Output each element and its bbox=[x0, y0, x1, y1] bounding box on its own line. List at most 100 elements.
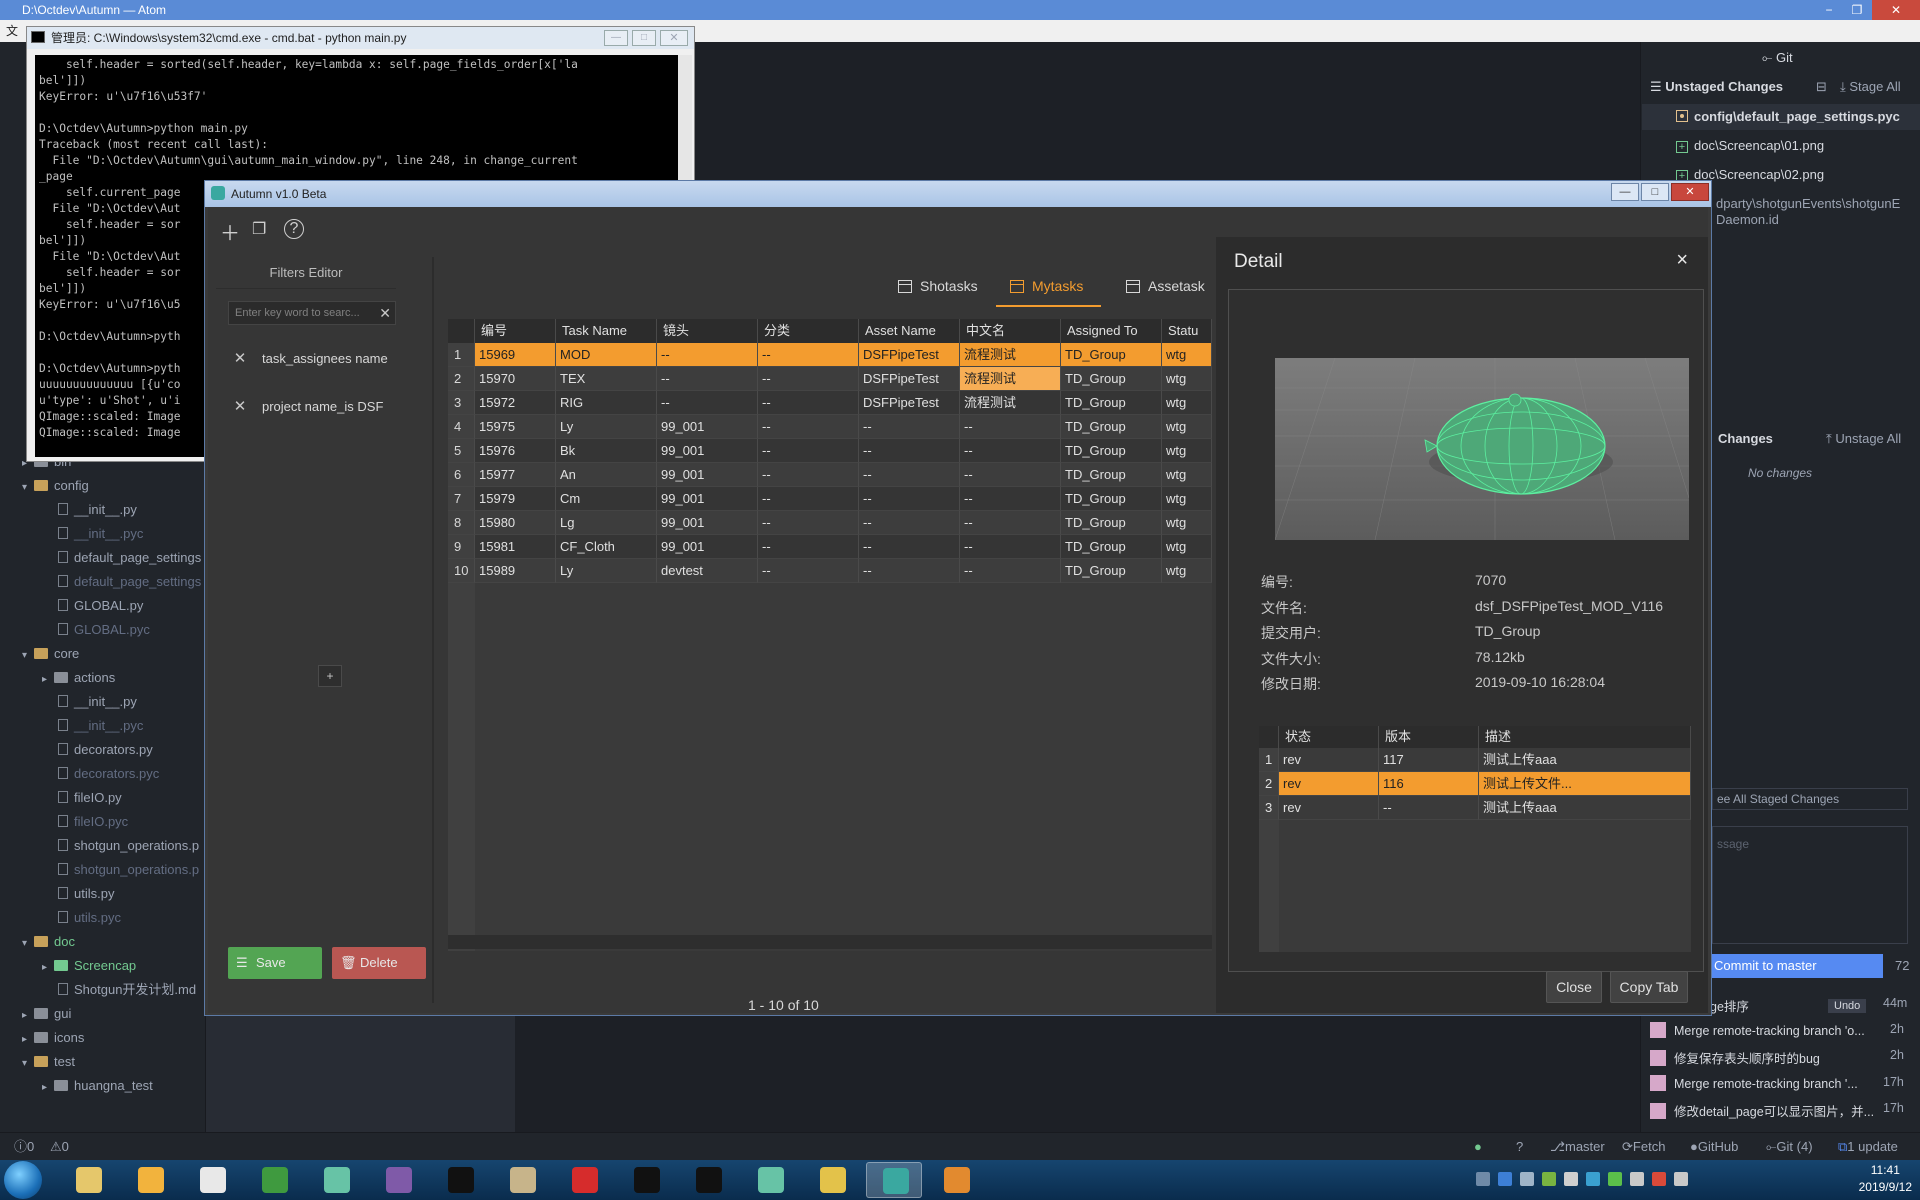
version-cell[interactable]: 测试上传aaa bbox=[1479, 796, 1691, 820]
taskbar-app-icon[interactable] bbox=[370, 1162, 426, 1198]
tray-shield-icon[interactable] bbox=[1608, 1172, 1622, 1186]
copy-window-icon[interactable]: ❐ bbox=[252, 219, 266, 239]
version-column-header[interactable]: 版本 bbox=[1379, 726, 1479, 748]
copy-tab-button[interactable]: Copy Tab bbox=[1610, 971, 1688, 1003]
table-row[interactable]: 2 15970 TEX -- -- DSFPipeTest 流程测试 TD_Group wtg bbox=[448, 367, 1212, 391]
tree-file[interactable]: decorators.pyc bbox=[58, 762, 159, 786]
remove-filter-icon[interactable]: ✕ bbox=[228, 339, 252, 379]
taskbar-cmd-icon[interactable] bbox=[618, 1162, 674, 1198]
table-row[interactable]: 9 15981 CF_Cloth 99_001 -- -- -- TD_Group wtg bbox=[448, 535, 1212, 559]
tree-file[interactable]: shotgun_operations.p bbox=[58, 858, 199, 882]
start-button[interactable] bbox=[4, 1161, 42, 1199]
column-header[interactable]: Assigned To bbox=[1061, 319, 1162, 343]
table-row[interactable]: 1 15969 MOD -- -- DSFPipeTest 流程测试 TD_Group wtg bbox=[448, 343, 1212, 367]
tree-file[interactable]: __init__.py bbox=[58, 498, 137, 522]
tree-file[interactable]: __init__.pyc bbox=[58, 522, 143, 546]
collapse-icon[interactable]: ⊟ bbox=[1816, 79, 1827, 95]
taskbar-paint-icon[interactable] bbox=[928, 1162, 984, 1198]
close-button[interactable]: Close bbox=[1546, 971, 1602, 1003]
unstaged-file[interactable]: config\default_page_settings.pyc bbox=[1676, 109, 1900, 124]
tray-cloud-icon[interactable] bbox=[1564, 1172, 1578, 1186]
tab-mytasks[interactable]: Mytasks bbox=[996, 265, 1102, 307]
version-cell[interactable]: rev bbox=[1279, 772, 1379, 796]
tree-file[interactable]: utils.py bbox=[58, 882, 114, 906]
fetch-button[interactable]: ⟳ Fetch bbox=[1622, 1133, 1665, 1161]
menu-file[interactable]: 文 bbox=[0, 24, 24, 38]
warnings-count[interactable]: ⚠ 0 bbox=[50, 1133, 69, 1161]
column-header[interactable]: 分类 bbox=[758, 319, 859, 343]
column-header[interactable]: Asset Name bbox=[859, 319, 960, 343]
table-row[interactable]: 10 15989 Ly devtest -- -- -- TD_Group wtg bbox=[448, 559, 1212, 583]
help-icon[interactable]: ? bbox=[284, 219, 304, 239]
tree-file[interactable]: fileIO.pyc bbox=[58, 810, 128, 834]
tree-file[interactable]: GLOBAL.py bbox=[58, 594, 143, 618]
commit-button[interactable]: Commit to master bbox=[1700, 954, 1883, 978]
version-column-header[interactable]: 状态 bbox=[1279, 726, 1379, 748]
table-row[interactable]: 4 15975 Ly 99_001 -- -- -- TD_Group wtg bbox=[448, 415, 1212, 439]
version-cell[interactable]: -- bbox=[1379, 796, 1479, 820]
unstage-all-button[interactable]: ⤒ Unstage All bbox=[1826, 431, 1901, 447]
column-header[interactable]: 中文名 bbox=[960, 319, 1061, 343]
tree-file[interactable]: default_page_settings bbox=[58, 570, 201, 594]
filter-search-input[interactable]: Enter key word to searc... ✕ bbox=[228, 301, 396, 325]
tree-file[interactable]: fileIO.py bbox=[58, 786, 122, 810]
table-row[interactable]: 8 15980 Lg 99_001 -- -- -- TD_Group wtg bbox=[448, 511, 1212, 535]
cmd-minimize-icon[interactable]: — bbox=[604, 30, 628, 46]
recent-commit[interactable]: ge排序 bbox=[1710, 996, 1749, 1015]
taskbar-sourcetree-icon[interactable] bbox=[246, 1162, 302, 1198]
close-icon[interactable]: × bbox=[1676, 249, 1688, 272]
cmd-close-icon[interactable]: ✕ bbox=[660, 30, 688, 46]
tree-file[interactable]: __init__.pyc bbox=[58, 714, 143, 738]
column-header[interactable]: Statu bbox=[1162, 319, 1212, 343]
tree-file[interactable]: decorators.py bbox=[58, 738, 153, 762]
tray-network-icon[interactable] bbox=[1520, 1172, 1534, 1186]
taskbar-atom-icon[interactable] bbox=[742, 1162, 798, 1198]
cmd-maximize-icon[interactable]: □ bbox=[632, 30, 656, 46]
save-button[interactable]: ☰ Save bbox=[228, 947, 322, 979]
taskbar-cmd-icon[interactable] bbox=[432, 1162, 488, 1198]
stage-all-button[interactable]: ⤓ Stage All bbox=[1840, 79, 1901, 95]
tree-file[interactable]: default_page_settings bbox=[58, 546, 201, 570]
branch-indicator[interactable]: ⎇ master bbox=[1550, 1133, 1605, 1161]
tree-folder[interactable]: ▸ gui bbox=[22, 1002, 71, 1026]
autumn-minimize-icon[interactable]: — bbox=[1611, 183, 1639, 201]
add-icon[interactable]: ＋ bbox=[220, 217, 240, 246]
table-row[interactable]: 7 15979 Cm 99_001 -- -- -- TD_Group wtg bbox=[448, 487, 1212, 511]
undo-button[interactable]: Undo bbox=[1828, 999, 1867, 1013]
taskbar-archive-icon[interactable] bbox=[804, 1162, 860, 1198]
tree-folder[interactable]: ▾ doc bbox=[22, 930, 75, 954]
tray-antivirus-icon[interactable] bbox=[1652, 1172, 1666, 1186]
table-row[interactable]: 3 15972 RIG -- -- DSFPipeTest 流程测试 TD_Group wtg bbox=[448, 391, 1212, 415]
taskbar-atom-icon[interactable] bbox=[308, 1162, 364, 1198]
tree-folder[interactable]: ▾ core bbox=[22, 642, 79, 666]
taskbar-cmd-icon[interactable] bbox=[680, 1162, 736, 1198]
help-icon[interactable]: ? bbox=[1516, 1133, 1523, 1161]
tray-volume-icon[interactable] bbox=[1630, 1172, 1644, 1186]
tree-file[interactable]: __init__.py bbox=[58, 690, 137, 714]
git-status-button[interactable]: ⟜ Git (4) bbox=[1766, 1133, 1813, 1161]
tree-file[interactable]: GLOBAL.pyc bbox=[58, 618, 150, 642]
horizontal-scrollbar[interactable] bbox=[448, 935, 1212, 949]
column-header[interactable]: 镜头 bbox=[657, 319, 758, 343]
tree-folder[interactable]: ▸ actions bbox=[42, 666, 115, 690]
table-row[interactable]: 5 15976 Bk 99_001 -- -- -- TD_Group wtg bbox=[448, 439, 1212, 463]
tree-file[interactable]: shotgun_operations.p bbox=[58, 834, 199, 858]
column-header[interactable]: 编号 bbox=[475, 319, 556, 343]
errors-count[interactable]: ⓘ 0 bbox=[14, 1133, 34, 1161]
see-all-staged-button[interactable]: ee All Staged Changes bbox=[1712, 788, 1908, 810]
git-header[interactable]: ⟜ Git bbox=[1762, 50, 1793, 66]
tray-sync-icon[interactable] bbox=[1586, 1172, 1600, 1186]
column-header[interactable]: Task Name bbox=[556, 319, 657, 343]
minimize-icon[interactable]: − bbox=[1816, 0, 1842, 20]
tree-folder[interactable]: ▾ config bbox=[22, 474, 89, 498]
taskbar-autumn-icon[interactable] bbox=[866, 1162, 922, 1198]
version-cell[interactable]: rev bbox=[1279, 796, 1379, 820]
github-button[interactable]: ● GitHub bbox=[1690, 1133, 1738, 1161]
tray-app-icon[interactable] bbox=[1542, 1172, 1556, 1186]
autumn-maximize-icon[interactable]: □ bbox=[1641, 183, 1669, 201]
unstaged-file[interactable]: + doc\Screencap\01.png bbox=[1676, 138, 1824, 153]
system-clock[interactable]: 11:41 2019/9/12 bbox=[1859, 1162, 1912, 1196]
taskbar-browser-icon[interactable] bbox=[122, 1162, 178, 1198]
tray-help-icon[interactable] bbox=[1498, 1172, 1512, 1186]
tree-file[interactable]: utils.pyc bbox=[58, 906, 121, 930]
